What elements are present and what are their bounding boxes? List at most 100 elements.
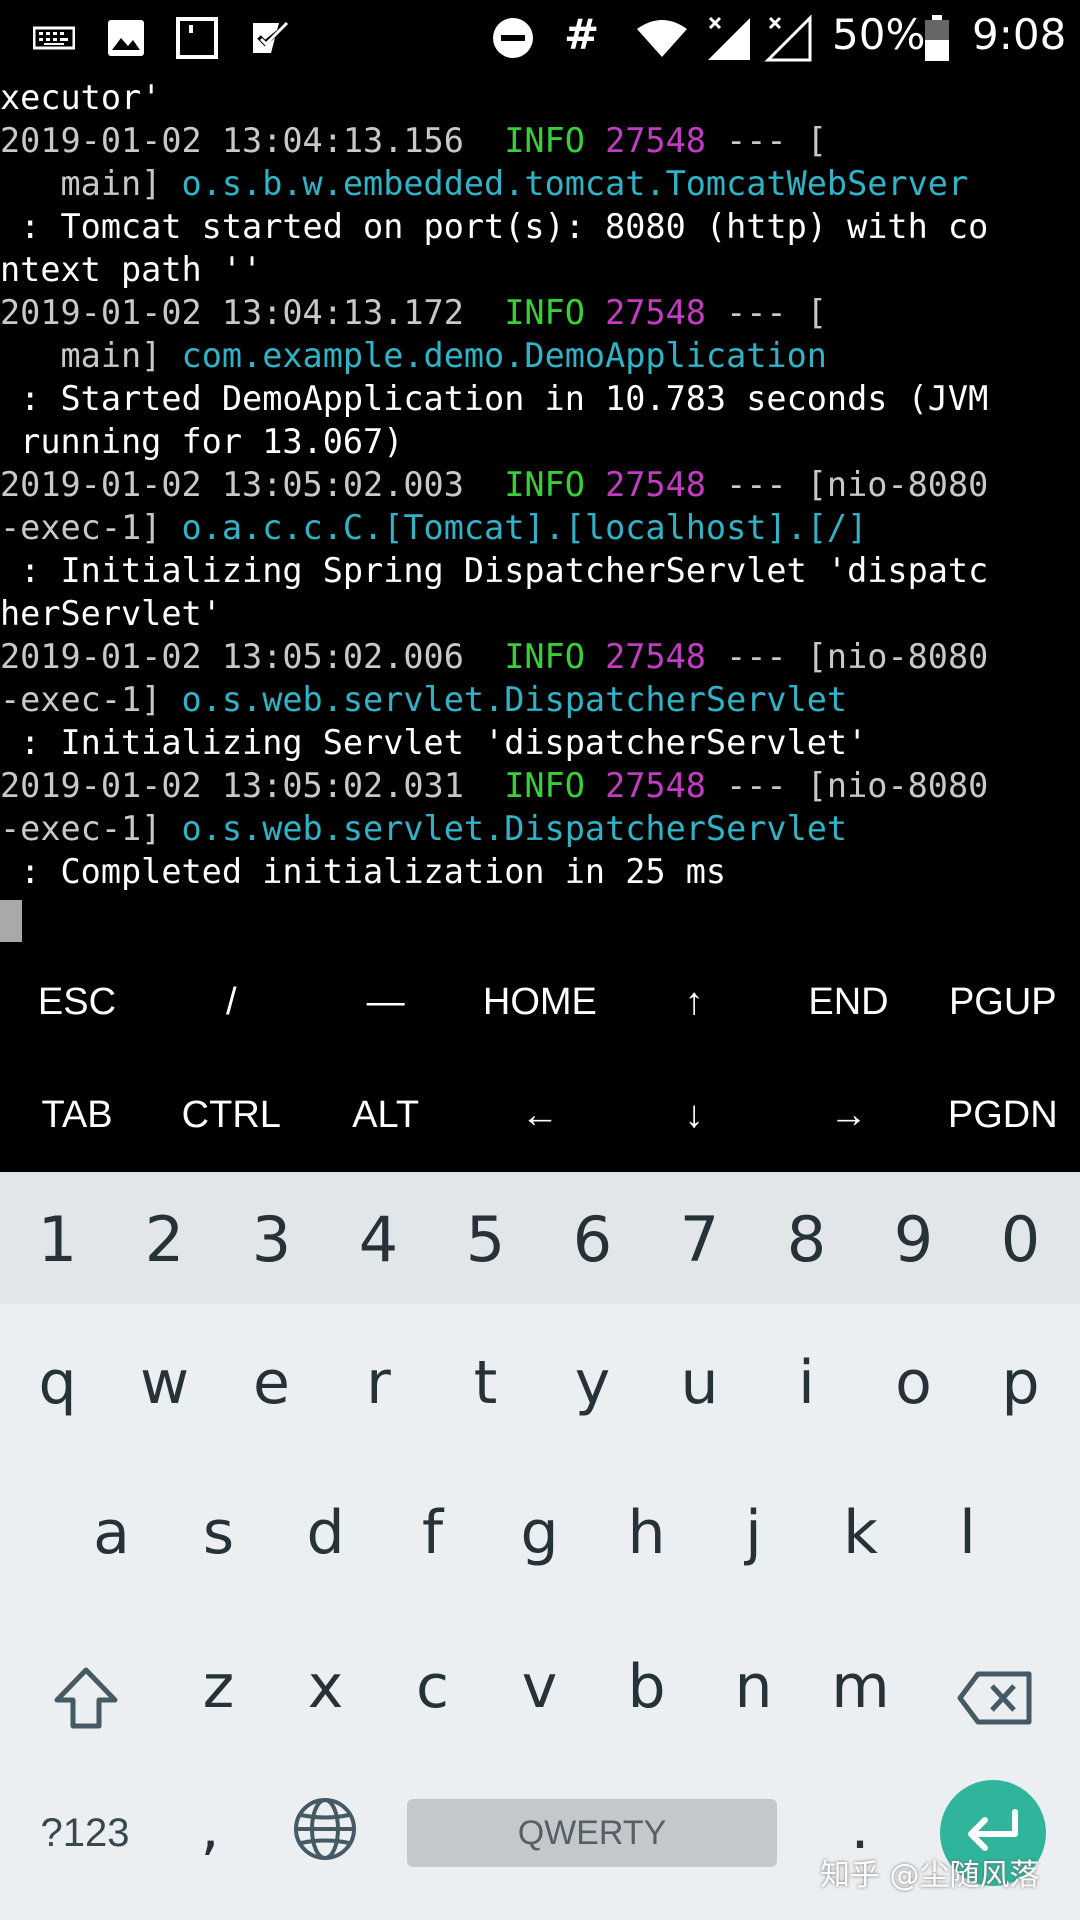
terminal-segment: : Initializing Spring DispatcherServlet …: [0, 551, 989, 590]
key-q[interactable]: q: [4, 1328, 111, 1438]
extra-key-ctrl[interactable]: CTRL: [154, 1059, 308, 1171]
key-4[interactable]: 4: [325, 1184, 432, 1294]
extra-key-[interactable]: ↑: [617, 946, 771, 1058]
key-e[interactable]: e: [218, 1328, 325, 1438]
key-3[interactable]: 3: [218, 1184, 325, 1294]
terminal-segment: herServlet': [0, 594, 222, 633]
key-t[interactable]: t: [432, 1328, 539, 1438]
key-a[interactable]: a: [58, 1478, 165, 1588]
wifi-icon: [634, 14, 690, 62]
terminal-segment: [585, 637, 605, 676]
extra-key-[interactable]: ↓: [617, 1059, 771, 1171]
key-w[interactable]: w: [111, 1328, 218, 1438]
key-m[interactable]: m: [807, 1632, 914, 1742]
shift-arrow-icon: [53, 1665, 119, 1735]
language-key[interactable]: [280, 1786, 370, 1876]
terminal-segment: o.s.web.servlet.DispatcherServlet: [181, 809, 848, 848]
key-y[interactable]: y: [539, 1328, 646, 1438]
key-x[interactable]: x: [272, 1632, 379, 1742]
key-1[interactable]: 1: [4, 1184, 111, 1294]
status-bar: # 50% 9:08: [0, 0, 1080, 76]
terminal-segment: 2019-01-02 13:05:02.003: [0, 465, 505, 504]
key-7[interactable]: 7: [646, 1184, 753, 1294]
extra-keys-bar: ESC / — HOME ↑ END PGUP TAB CTRL ALT ← ↓ → PGDN: [0, 946, 1080, 1172]
terminal-line: xecutor': [0, 76, 161, 119]
extra-key-home[interactable]: HOME: [463, 946, 617, 1058]
terminal-segment: -exec-1]: [0, 809, 182, 848]
terminal-segment: 27548: [605, 293, 706, 332]
globe-icon: [292, 1796, 358, 1866]
terminal-line: : Completed initialization in 25 ms: [0, 850, 726, 893]
terminal-segment: 2019-01-02 13:04:13.172: [0, 293, 505, 332]
key-k[interactable]: k: [807, 1478, 914, 1588]
key-s[interactable]: s: [165, 1478, 272, 1588]
key-j[interactable]: j: [700, 1478, 807, 1588]
terminal-line: : Initializing Spring DispatcherServlet …: [0, 549, 988, 592]
task-check-icon: [248, 14, 292, 62]
key-6[interactable]: 6: [539, 1184, 646, 1294]
battery-percent: 50%: [832, 10, 926, 59]
key-c[interactable]: c: [379, 1632, 486, 1742]
key-v[interactable]: v: [486, 1632, 593, 1742]
key-b[interactable]: b: [593, 1632, 700, 1742]
watermark: 知乎 @尘随风落: [820, 1858, 1040, 1893]
terminal-segment: : Tomcat started on port(s): 8080 (http)…: [0, 207, 989, 246]
terminal-segment: INFO: [504, 637, 585, 676]
extra-key-pgdn[interactable]: PGDN: [926, 1059, 1080, 1171]
terminal-cursor: [0, 900, 22, 942]
terminal-segment: : Initializing Servlet 'dispatcherServle…: [0, 723, 868, 762]
extra-key-esc[interactable]: ESC: [0, 946, 154, 1058]
key-h[interactable]: h: [593, 1478, 700, 1588]
terminal-segment: [585, 293, 605, 332]
terminal-line: 2019-01-02 13:05:02.003 INFO 27548 --- […: [0, 463, 988, 506]
extra-key-[interactable]: →: [772, 1059, 926, 1171]
extra-key-pgup[interactable]: PGUP: [926, 946, 1080, 1058]
shift-key[interactable]: [30, 1650, 142, 1750]
terminal-segment: o.a.c.c.C.[Tomcat].[localhost].[/]: [181, 508, 868, 547]
extra-key-[interactable]: /: [154, 946, 308, 1058]
terminal-line: 2019-01-02 13:05:02.006 INFO 27548 --- […: [0, 635, 988, 678]
extra-key-alt[interactable]: ALT: [309, 1059, 463, 1171]
extra-key-end[interactable]: END: [772, 946, 926, 1058]
key-p[interactable]: p: [967, 1328, 1074, 1438]
key-9[interactable]: 9: [860, 1184, 967, 1294]
terminal-line: : Started DemoApplication in 10.783 seco…: [0, 377, 988, 420]
key-z[interactable]: z: [165, 1632, 272, 1742]
number-row: 1234567890: [0, 1172, 1080, 1304]
terminal-line: ntext path '': [0, 248, 262, 291]
symbols-key[interactable]: ?123: [20, 1788, 150, 1878]
terminal-segment: INFO: [504, 465, 585, 504]
comma-key[interactable]: ,: [180, 1778, 240, 1878]
backspace-key[interactable]: [940, 1650, 1050, 1750]
signal-x-icon: [704, 14, 752, 62]
key-u[interactable]: u: [646, 1328, 753, 1438]
key-d[interactable]: d: [272, 1478, 379, 1588]
terminal-line: running for 13.067): [0, 420, 403, 463]
key-8[interactable]: 8: [753, 1184, 860, 1294]
key-0[interactable]: 0: [967, 1184, 1074, 1294]
key-2[interactable]: 2: [111, 1184, 218, 1294]
key-f[interactable]: f: [379, 1478, 486, 1588]
key-o[interactable]: o: [860, 1328, 967, 1438]
key-g[interactable]: g: [486, 1478, 593, 1588]
signal-x-icon: [764, 14, 812, 62]
space-key[interactable]: QWERTY: [407, 1799, 777, 1867]
terminal-segment: main]: [0, 164, 182, 203]
key-n[interactable]: n: [700, 1632, 807, 1742]
extra-key-tab[interactable]: TAB: [0, 1059, 154, 1171]
terminal-line: : Initializing Servlet 'dispatcherServle…: [0, 721, 867, 764]
terminal-line: 2019-01-02 13:05:02.031 INFO 27548 --- […: [0, 764, 988, 807]
key-i[interactable]: i: [753, 1328, 860, 1438]
backspace-icon: [956, 1669, 1034, 1731]
terminal-segment: 27548: [605, 465, 706, 504]
key-l[interactable]: l: [914, 1478, 1021, 1588]
extra-key-[interactable]: ←: [463, 1059, 617, 1171]
terminal-segment: INFO: [504, 293, 585, 332]
terminal-output[interactable]: xecutor' 2019-01-02 13:04:13.156 INFO 275…: [0, 76, 1080, 946]
terminal-segment: 27548: [605, 766, 706, 805]
key-r[interactable]: r: [325, 1328, 432, 1438]
terminal-line: main] o.s.b.w.embedded.tomcat.TomcatWebS…: [0, 162, 969, 205]
extra-key-[interactable]: —: [309, 946, 463, 1058]
terminal-segment: INFO: [504, 121, 585, 160]
key-5[interactable]: 5: [432, 1184, 539, 1294]
